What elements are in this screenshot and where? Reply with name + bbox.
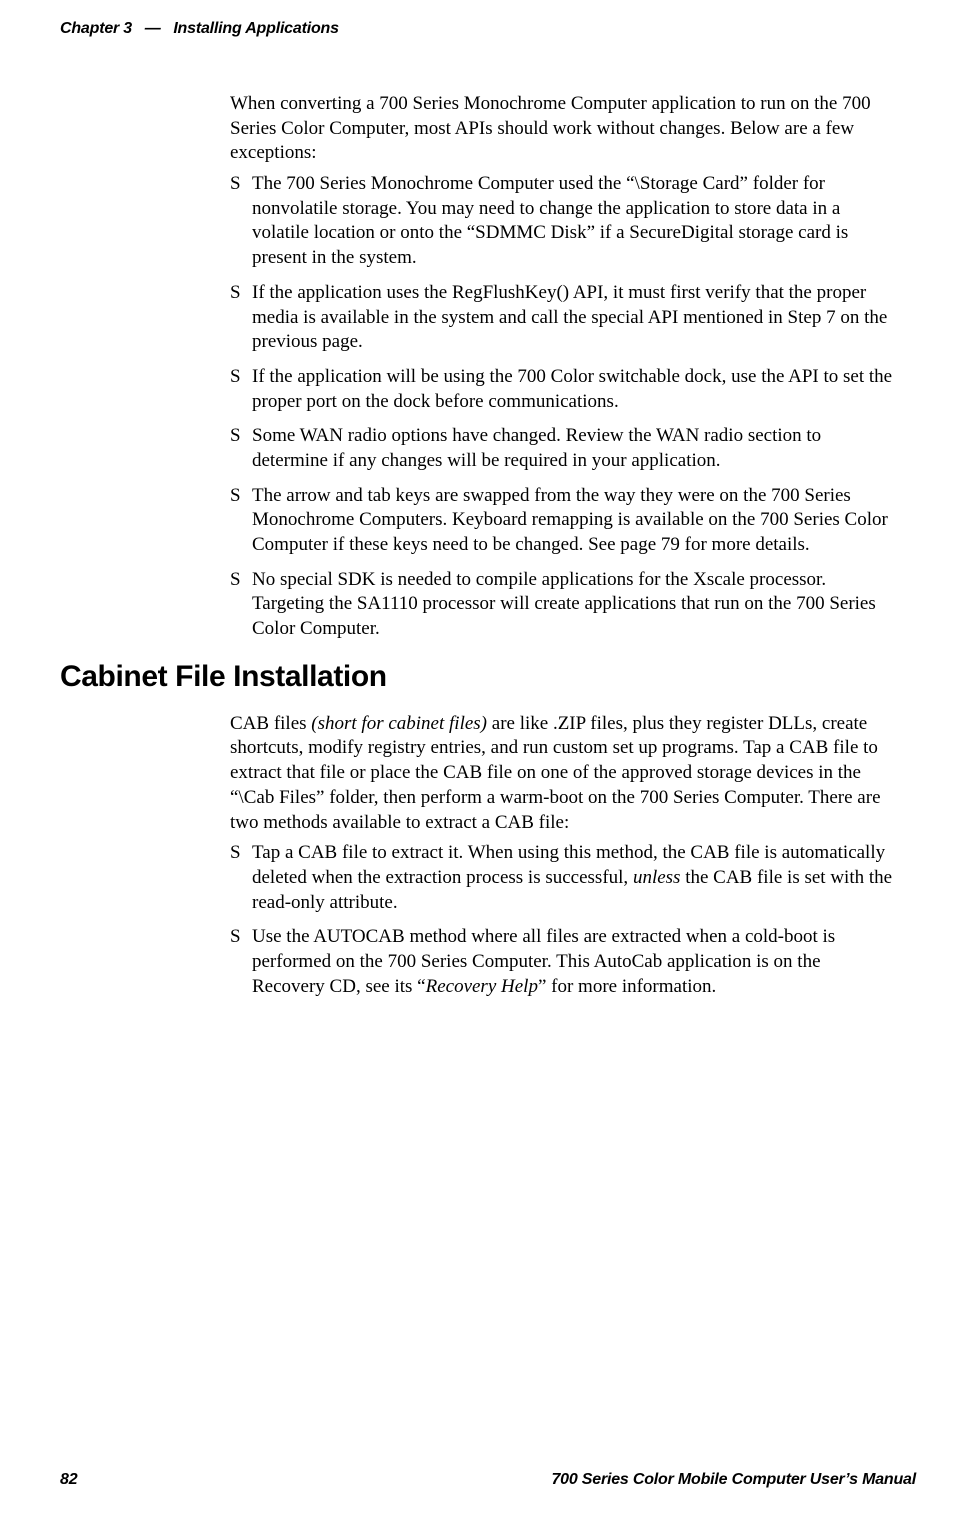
list-item: Use the AUTOCAB method where all files a… bbox=[230, 925, 896, 999]
list-item: No special SDK is needed to compile appl… bbox=[230, 568, 896, 642]
list-item: If the application will be using the 700… bbox=[230, 365, 896, 414]
header-separator: — bbox=[136, 20, 169, 37]
intro-paragraph: When converting a 700 Series Monochrome … bbox=[230, 92, 896, 166]
section-heading-cabinet: Cabinet File Installation bbox=[60, 660, 916, 694]
page-header: Chapter 3 — Installing Applications bbox=[60, 20, 916, 42]
list-item: The arrow and tab keys are swapped from … bbox=[230, 484, 896, 558]
text-run-italic: (short for cabinet files) bbox=[311, 713, 487, 734]
cab-paragraph: CAB files (short for cabinet files) are … bbox=[230, 712, 896, 835]
text-run: CAB files bbox=[230, 713, 311, 734]
list-item: If the application uses the RegFlushKey(… bbox=[230, 281, 896, 355]
list-item: The 700 Series Monochrome Computer used … bbox=[230, 172, 896, 271]
chapter-label: Chapter 3 bbox=[60, 20, 132, 37]
page-footer: 82 700 Series Color Mobile Computer User… bbox=[60, 1465, 916, 1489]
text-run-italic: Recovery Help bbox=[426, 976, 538, 997]
text-run: ” for more information. bbox=[538, 976, 716, 997]
cab-methods-list: Tap a CAB file to extract it. When using… bbox=[230, 841, 896, 999]
page-number: 82 bbox=[60, 1471, 77, 1489]
list-item: Tap a CAB file to extract it. When using… bbox=[230, 841, 896, 915]
manual-title: 700 Series Color Mobile Computer User’s … bbox=[551, 1471, 916, 1489]
text-run-italic: unless bbox=[633, 867, 681, 888]
exceptions-list: The 700 Series Monochrome Computer used … bbox=[230, 172, 896, 642]
chapter-title: Installing Applications bbox=[173, 20, 339, 37]
list-item: Some WAN radio options have changed. Rev… bbox=[230, 424, 896, 473]
